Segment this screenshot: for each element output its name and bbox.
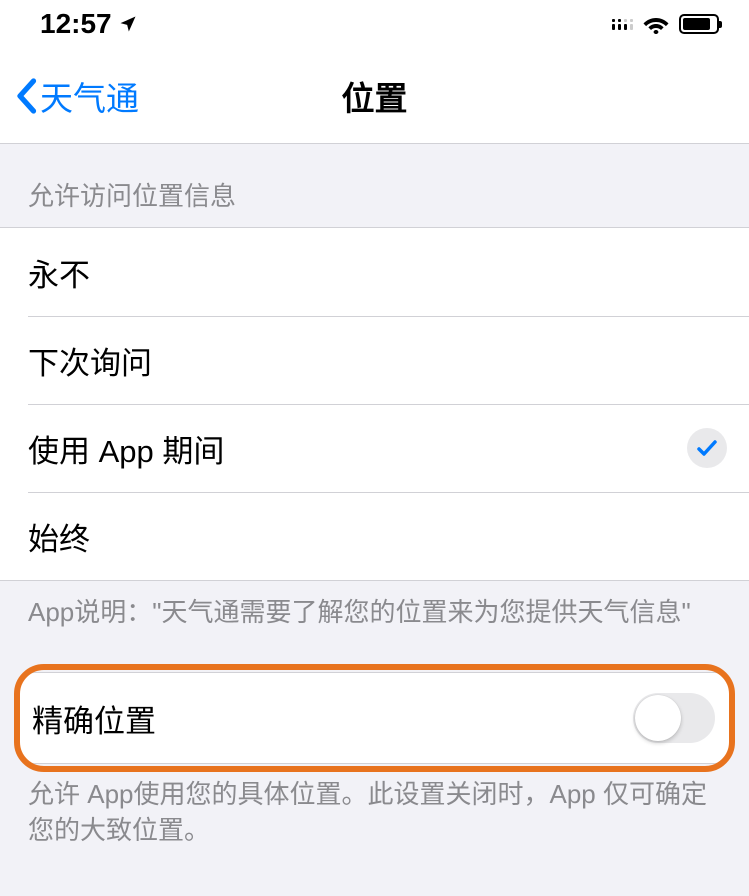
status-right xyxy=(612,14,719,34)
checkmark-icon xyxy=(687,428,727,468)
option-ask-next-time[interactable]: 下次询问 xyxy=(0,316,749,404)
status-bar: 12:57 xyxy=(0,0,749,48)
chevron-left-icon xyxy=(14,78,38,114)
option-label: 使用 App 期间 xyxy=(28,426,224,471)
cellular-signal-icon xyxy=(612,19,633,30)
option-label: 始终 xyxy=(28,514,90,559)
app-explanation: App说明："天气通需要了解您的位置来为您提供天气信息" xyxy=(0,581,749,630)
status-time: 12:57 xyxy=(40,8,112,40)
status-left: 12:57 xyxy=(40,8,138,40)
back-button[interactable]: 天气通 xyxy=(14,72,139,120)
option-while-using[interactable]: 使用 App 期间 xyxy=(0,404,749,492)
navigation-bar: 天气通 位置 xyxy=(0,48,749,144)
wifi-icon xyxy=(643,14,669,34)
section-header-location-access: 允许访问位置信息 xyxy=(0,176,749,227)
precise-location-row: 精确位置 xyxy=(14,672,735,764)
precise-location-label: 精确位置 xyxy=(32,696,156,741)
option-label: 永不 xyxy=(28,250,90,295)
precise-location-toggle[interactable] xyxy=(633,693,715,743)
option-always[interactable]: 始终 xyxy=(0,492,749,580)
location-access-list: 永不 下次询问 使用 App 期间 始终 xyxy=(0,227,749,581)
option-label: 下次询问 xyxy=(28,338,152,383)
page-title: 位置 xyxy=(342,72,408,120)
option-never[interactable]: 永不 xyxy=(0,228,749,316)
location-arrow-icon xyxy=(118,14,138,34)
battery-icon xyxy=(679,14,719,34)
back-label: 天气通 xyxy=(40,72,139,120)
precise-location-footer: 允许 App使用您的具体位置。此设置关闭时，App 仅可确定您的大致位置。 xyxy=(0,764,749,849)
